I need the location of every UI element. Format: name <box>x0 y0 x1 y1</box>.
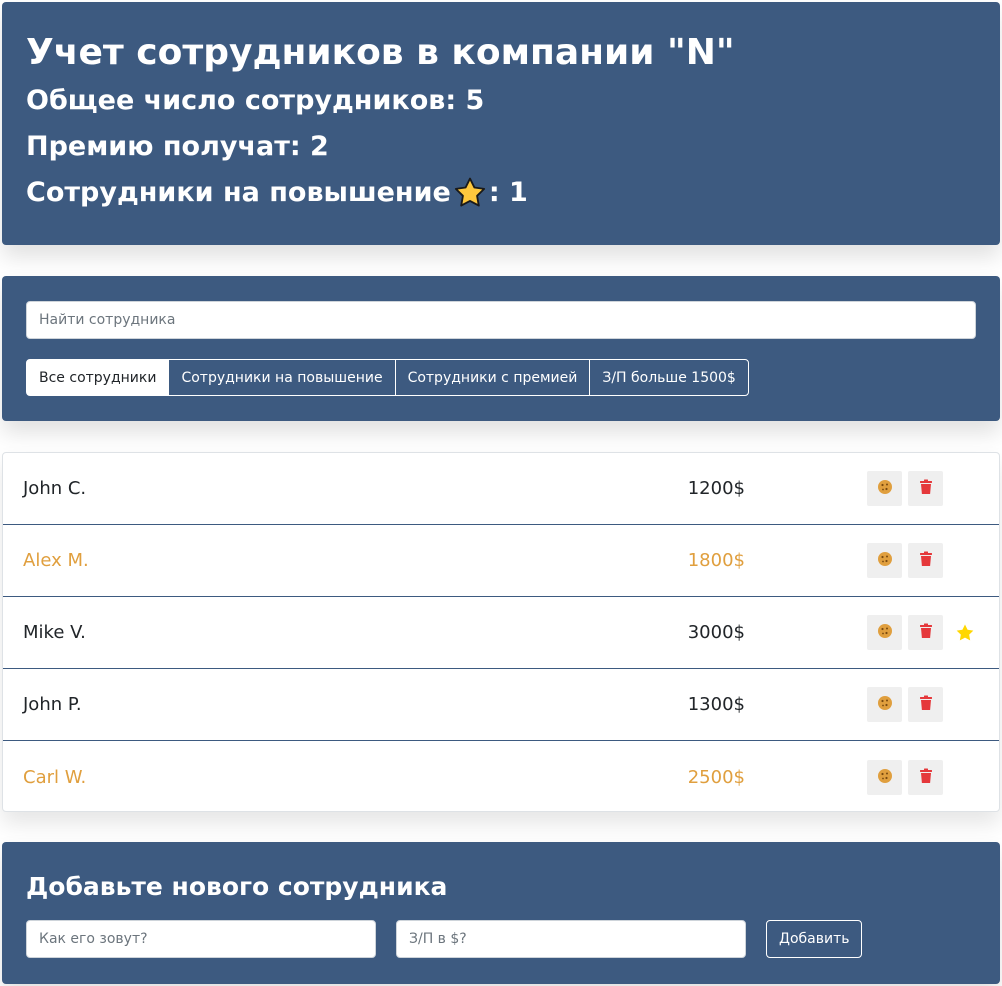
filter-bonus-button[interactable]: Сотрудники с премией <box>394 359 591 396</box>
employee-row: Alex M. <box>3 525 999 597</box>
filter-promotion-button[interactable]: Сотрудники на повышение <box>168 359 396 396</box>
search-input[interactable] <box>26 301 976 339</box>
employee-name[interactable]: John C. <box>23 478 86 499</box>
bonus-button[interactable] <box>867 471 902 506</box>
add-employee-panel: Добавьте нового сотрудника Добавить <box>2 842 1000 984</box>
row-actions <box>867 759 949 795</box>
delete-button[interactable] <box>908 615 943 650</box>
filter-all-button[interactable]: Все сотрудники <box>26 359 170 396</box>
trash-icon <box>918 479 934 498</box>
delete-button[interactable] <box>908 687 943 722</box>
employee-row: John P. <box>3 669 999 741</box>
employee-name[interactable]: John P. <box>23 694 82 715</box>
filter-group: Все сотрудники Сотрудники на повышение С… <box>26 359 976 396</box>
row-actions <box>867 687 949 722</box>
employee-salary[interactable] <box>563 759 745 795</box>
promotion-label: Сотрудники на повышение <box>26 177 451 208</box>
app-info-panel: Учет сотрудников в компании "N" Общее чи… <box>2 2 1000 245</box>
employee-row: Mike V. <box>3 597 999 669</box>
page-title: Учет сотрудников в компании "N" <box>26 32 735 73</box>
new-name-input[interactable] <box>26 920 376 958</box>
employee-name[interactable]: Mike V. <box>23 622 86 643</box>
employee-salary[interactable] <box>563 470 745 507</box>
employee-salary[interactable] <box>563 614 745 651</box>
employee-row: John C. <box>3 453 999 525</box>
employee-list: John C. Alex M. <box>2 452 1000 812</box>
employee-row: Carl W. <box>3 741 999 811</box>
star-icon <box>453 176 487 210</box>
cookie-icon <box>877 768 893 787</box>
add-employee-form: Добавить <box>26 920 976 958</box>
add-employee-button[interactable]: Добавить <box>766 920 863 958</box>
employee-salary[interactable] <box>563 542 745 579</box>
employee-name[interactable]: Alex M. <box>23 550 89 571</box>
trash-icon <box>918 551 934 570</box>
bonus-employees-count: Премию получат: 2 <box>26 131 329 162</box>
bonus-button[interactable] <box>867 687 902 722</box>
delete-button[interactable] <box>908 471 943 506</box>
trash-icon <box>918 623 934 642</box>
filter-salary-button[interactable]: З/П больше 1500$ <box>589 359 749 396</box>
row-actions <box>867 543 949 578</box>
promotion-employees-count: Сотрудники на повышение : 1 <box>26 170 976 216</box>
total-employees-count: Общее число сотрудников: 5 <box>26 85 485 116</box>
bonus-button[interactable] <box>867 543 902 578</box>
bonus-button[interactable] <box>867 615 902 650</box>
cookie-icon <box>877 479 893 498</box>
bonus-button[interactable] <box>867 759 902 795</box>
row-actions <box>867 615 975 650</box>
trash-icon <box>918 768 934 787</box>
cookie-icon <box>877 695 893 714</box>
cookie-icon <box>877 551 893 570</box>
delete-button[interactable] <box>908 759 943 795</box>
cookie-icon <box>877 623 893 642</box>
row-actions <box>867 471 949 506</box>
delete-button[interactable] <box>908 543 943 578</box>
add-form-title: Добавьте нового сотрудника <box>26 872 448 901</box>
employee-salary[interactable] <box>563 686 745 723</box>
promotion-count: : 1 <box>488 177 528 208</box>
new-salary-input[interactable] <box>396 920 746 958</box>
search-panel: Все сотрудники Сотрудники на повышение С… <box>2 276 1000 421</box>
trash-icon <box>918 695 934 714</box>
star-icon <box>955 623 975 643</box>
employee-name[interactable]: Carl W. <box>23 767 86 788</box>
